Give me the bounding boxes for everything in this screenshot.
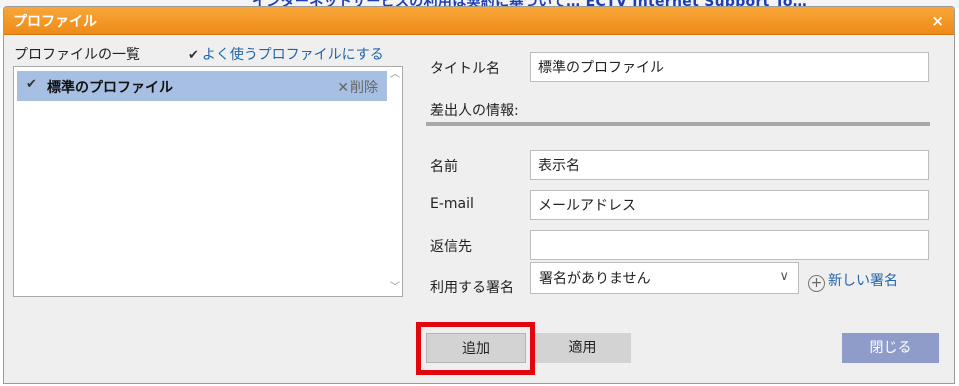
new-signature-label: 新しい署名 xyxy=(828,273,898,289)
checkmark-icon: ✔ xyxy=(188,48,199,63)
delete-profile-button[interactable]: ✕削除 xyxy=(337,77,378,97)
scroll-down-icon[interactable]: ﹀ xyxy=(390,283,400,293)
set-favorite-link[interactable]: ✔ よく使うプロファイルにする xyxy=(188,44,384,64)
delete-x-icon: ✕ xyxy=(337,80,349,96)
profile-list-header: プロファイルの一覧 xyxy=(14,47,140,63)
reply-to-label: 返信先 xyxy=(430,239,472,255)
apply-button[interactable]: 適用 xyxy=(534,333,631,363)
profile-name: 標準のプロファイル xyxy=(47,80,173,96)
plus-circle-icon: + xyxy=(808,275,825,292)
close-button[interactable]: 閉じる xyxy=(842,333,939,363)
sender-info-heading: 差出人の情報: xyxy=(430,103,519,119)
set-favorite-label: よく使うプロファイルにする xyxy=(201,47,384,63)
profile-list[interactable]: ✔ 標準のプロファイル ✕削除 ︿ ﹀ xyxy=(13,66,403,297)
chevron-down-icon: ∨ xyxy=(779,269,789,284)
reply-to-input[interactable] xyxy=(530,230,929,260)
dialog-title: プロファイル xyxy=(13,14,97,30)
name-label: 名前 xyxy=(430,159,458,175)
new-signature-link[interactable]: + 新しい署名 xyxy=(808,270,898,292)
name-input[interactable] xyxy=(530,150,929,180)
email-input[interactable] xyxy=(530,190,929,220)
signature-select[interactable]: 署名がありません ∨ xyxy=(530,262,799,294)
scroll-up-icon[interactable]: ︿ xyxy=(390,70,400,80)
dialog-titlebar: プロファイル × xyxy=(4,7,954,35)
highlight-box xyxy=(416,322,535,375)
delete-label: 削除 xyxy=(350,80,378,96)
signature-selected-value: 署名がありません xyxy=(539,271,651,287)
close-icon[interactable]: × xyxy=(931,12,944,30)
title-name-label: タイトル名 xyxy=(430,61,500,77)
checkmark-icon: ✔ xyxy=(26,77,37,92)
signature-label: 利用する署名 xyxy=(430,280,514,296)
email-label: E-mail xyxy=(430,196,474,212)
profile-list-item[interactable]: ✔ 標準のプロファイル ✕削除 xyxy=(17,71,387,101)
title-name-input[interactable] xyxy=(530,52,929,82)
section-divider xyxy=(426,122,930,126)
